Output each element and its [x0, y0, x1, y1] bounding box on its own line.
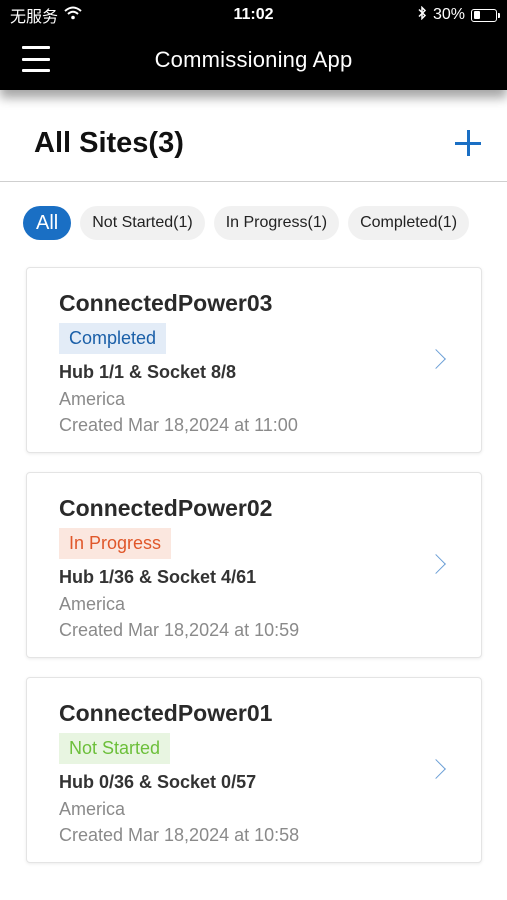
page-title-row: All Sites(3)	[0, 118, 507, 182]
app-title: Commissioning App	[154, 47, 353, 72]
site-region: America	[59, 799, 126, 819]
status-badge: Not Started	[59, 733, 171, 764]
hub-socket-counts: Hub 1/36 & Socket 4/61	[59, 567, 257, 587]
filter-chip-all[interactable]: All	[23, 206, 72, 240]
hub-socket-counts: Hub 0/36 & Socket 0/57	[59, 772, 257, 792]
app-header: Commissioning App	[0, 30, 507, 90]
hub-socket-counts: Hub 1/1 & Socket 8/8	[59, 362, 237, 382]
status-badge: Completed	[59, 323, 167, 354]
add-site-button[interactable]	[453, 128, 483, 158]
site-created-date: Created Mar 18,2024 at 11:00	[59, 415, 298, 435]
hamburger-menu-icon[interactable]	[22, 44, 50, 74]
battery-icon	[471, 8, 500, 22]
filter-chip-completed[interactable]: Completed(1)	[348, 206, 470, 240]
site-created-date: Created Mar 18,2024 at 10:58	[59, 825, 300, 845]
filter-chip-not-started[interactable]: Not Started(1)	[80, 206, 205, 240]
bluetooth-icon	[417, 5, 427, 25]
page-title: All Sites(3)	[34, 127, 184, 159]
carrier-label: 无服务	[10, 9, 59, 26]
site-region: America	[59, 594, 126, 614]
battery-percent: 30%	[432, 6, 465, 23]
status-bar: 无服务 11:02 30%	[0, 0, 507, 30]
filter-chips: All Not Started(1) In Progress(1) Comple…	[23, 206, 470, 240]
chevron-right-icon	[426, 759, 446, 779]
status-left: 无服务	[10, 3, 82, 27]
site-card[interactable]: ConnectedPower01 Not Started Hub 0/36 & …	[26, 677, 482, 863]
site-name: ConnectedPower03	[59, 290, 273, 316]
site-card[interactable]: ConnectedPower02 In Progress Hub 1/36 & …	[26, 472, 482, 658]
filter-chip-in-progress[interactable]: In Progress(1)	[213, 206, 340, 240]
site-card[interactable]: ConnectedPower03 Completed Hub 1/1 & Soc…	[26, 267, 482, 453]
status-badge: In Progress	[59, 528, 172, 559]
wifi-icon	[64, 6, 82, 25]
status-right: 30%	[417, 5, 500, 25]
site-name: ConnectedPower02	[59, 495, 273, 521]
site-name: ConnectedPower01	[59, 700, 273, 726]
site-region: America	[59, 389, 126, 409]
battery-fill	[473, 11, 480, 19]
chevron-right-icon	[426, 349, 446, 369]
site-created-date: Created Mar 18,2024 at 10:59	[59, 620, 300, 640]
chevron-right-icon	[426, 554, 446, 574]
